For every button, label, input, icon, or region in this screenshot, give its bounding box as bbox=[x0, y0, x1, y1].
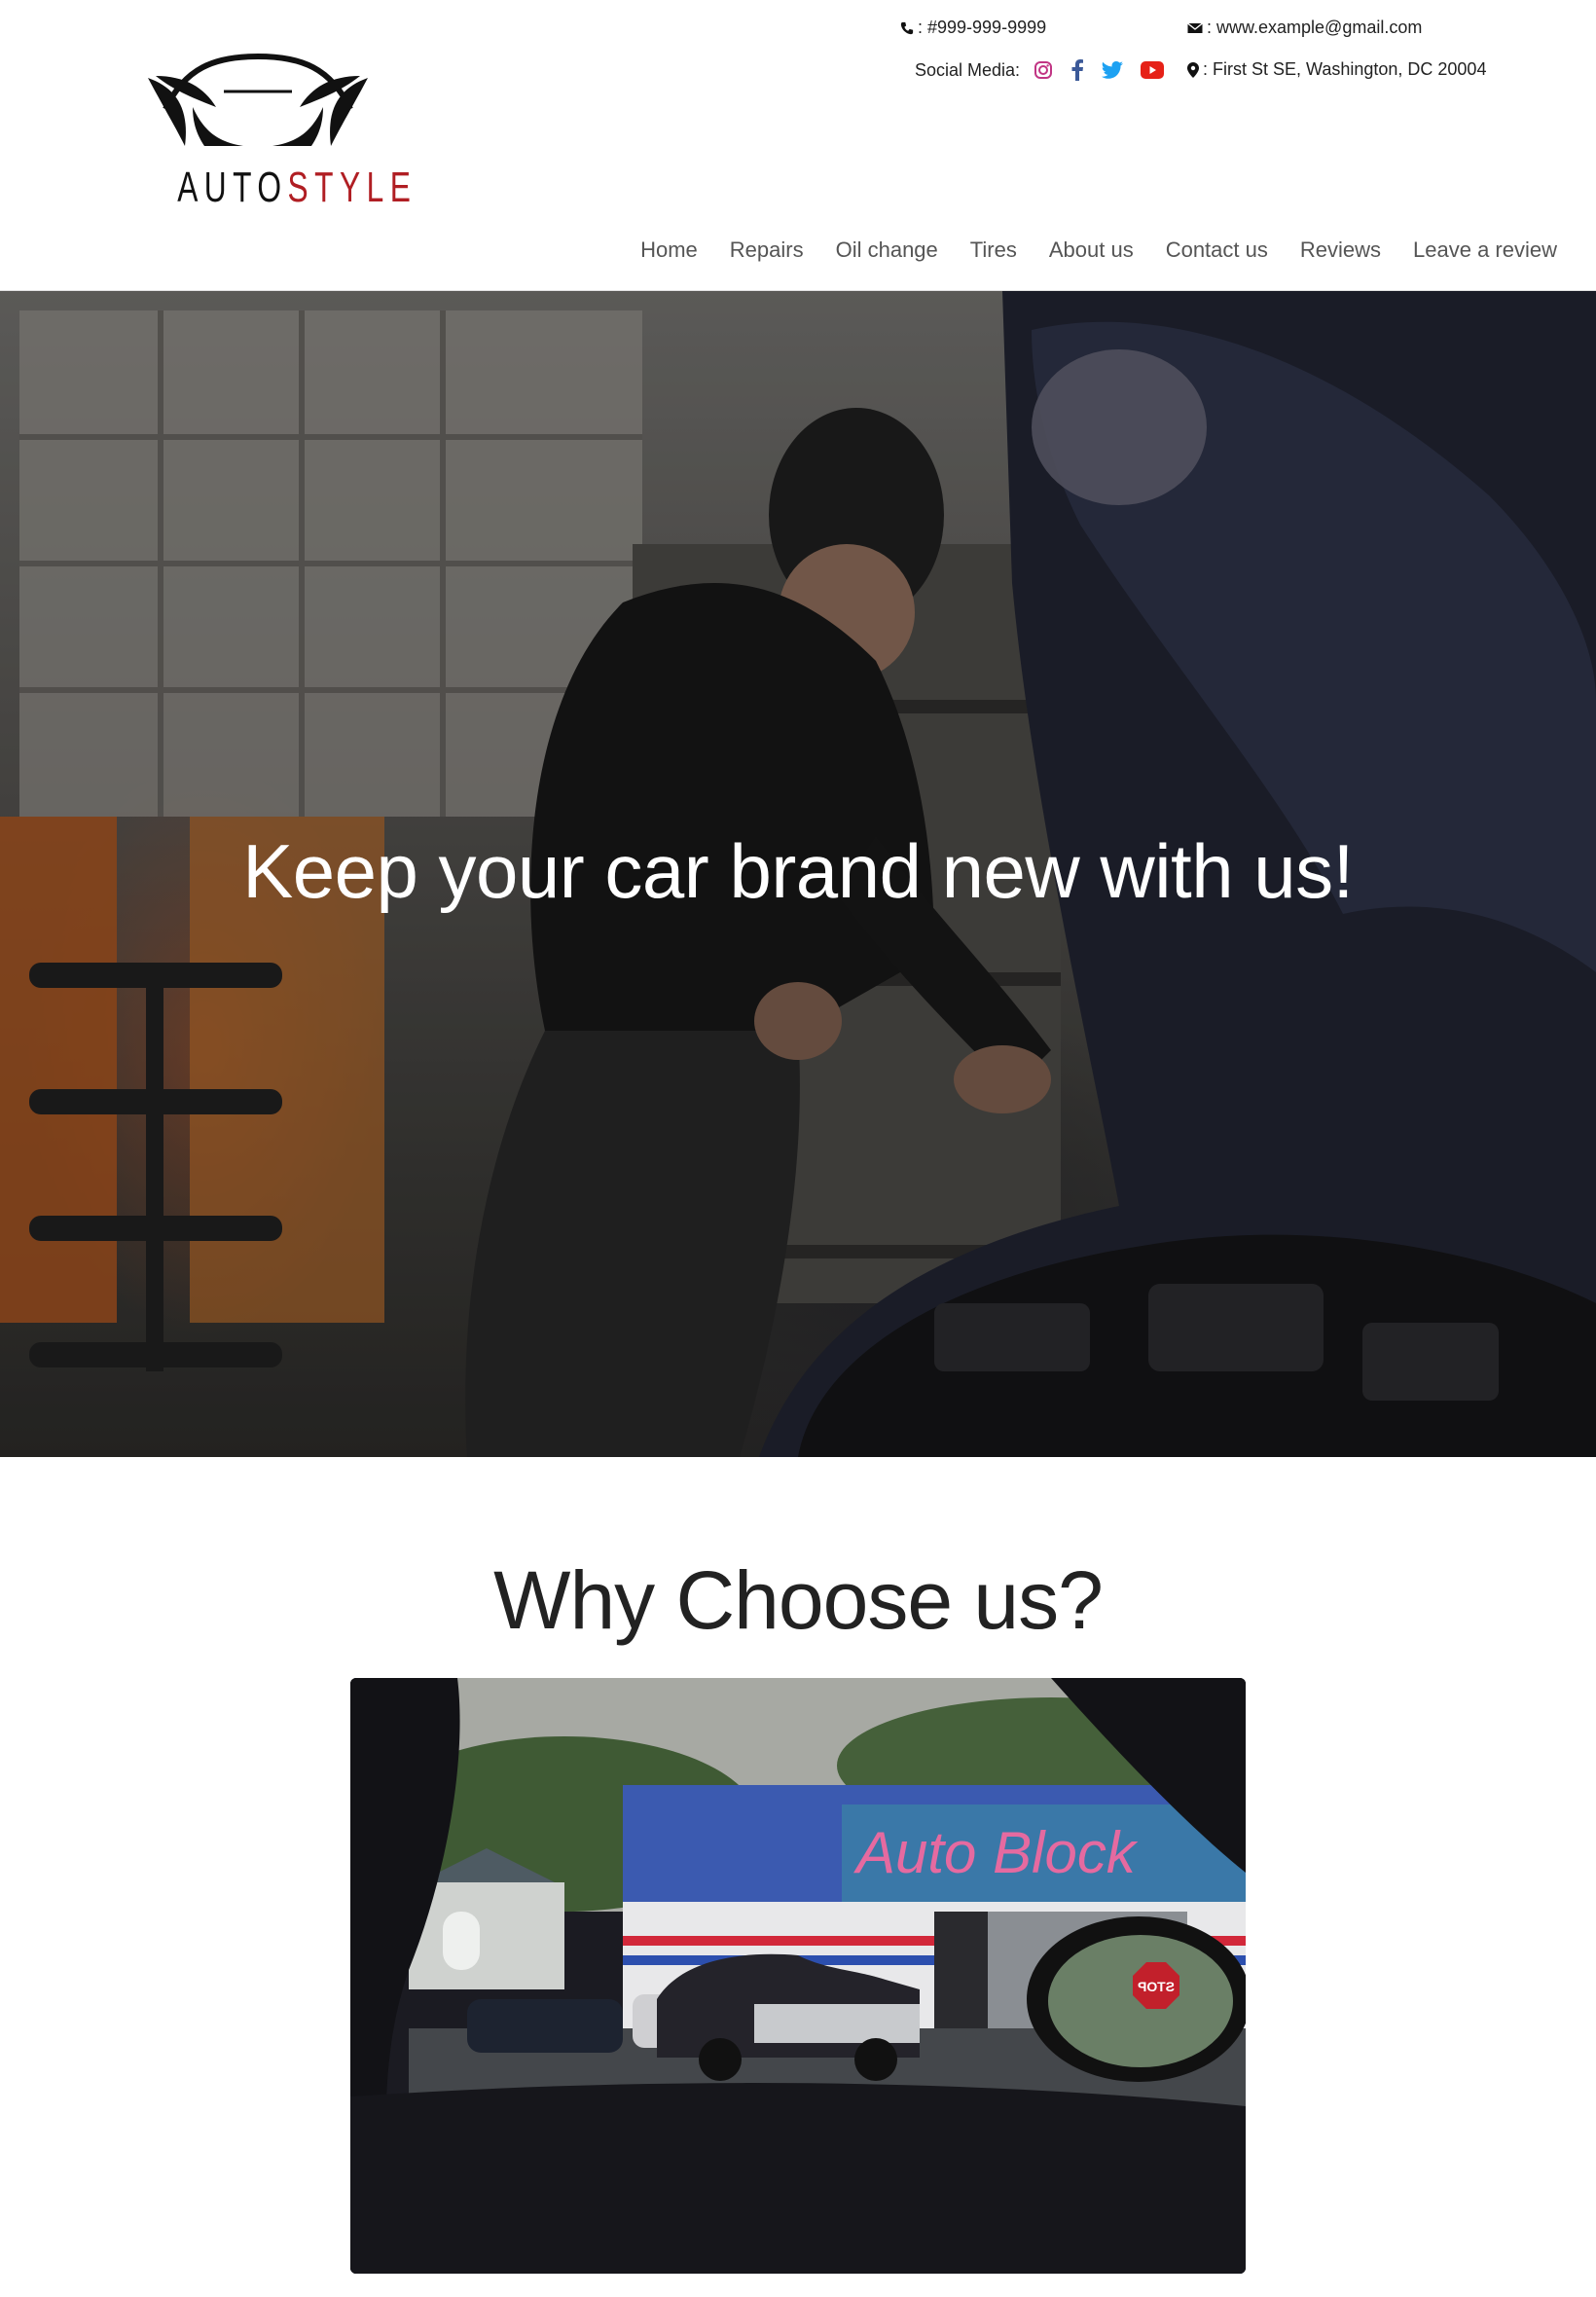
email-text[interactable]: : www.example@gmail.com bbox=[1207, 18, 1422, 38]
nav-home[interactable]: Home bbox=[640, 237, 698, 263]
nav-tires[interactable]: Tires bbox=[970, 237, 1017, 263]
nav-leave-a-review[interactable]: Leave a review bbox=[1413, 237, 1557, 263]
auto-block-sign: Auto Block bbox=[853, 1820, 1139, 1885]
envelope-icon bbox=[1187, 21, 1203, 33]
social-media-label: Social Media: bbox=[915, 59, 1021, 80]
why-choose-us-heading: Why Choose us? bbox=[493, 1554, 1104, 1646]
hero-banner: Keep your car brand new with us! bbox=[0, 291, 1596, 1457]
address-text: : First St SE, Washington, DC 20004 bbox=[1203, 59, 1487, 79]
stop-sign-text: STOP bbox=[1138, 1979, 1175, 1994]
logo-word-auto: AUTO bbox=[177, 164, 288, 211]
auto-shop-photo: Auto Block STOP bbox=[350, 1678, 1246, 2274]
nav-oil-change[interactable]: Oil change bbox=[836, 237, 938, 263]
site-header: AUTOSTYLE : #999-999-9999 : www.example@… bbox=[0, 0, 1596, 291]
contact-address: : First St SE, Washington, DC 20004 bbox=[1187, 59, 1486, 80]
contact-social: Social Media: bbox=[915, 59, 1168, 81]
social-icons bbox=[1034, 59, 1168, 81]
contact-phone: : #999-999-9999 bbox=[900, 18, 1046, 38]
nav-contact-us[interactable]: Contact us bbox=[1166, 237, 1268, 263]
phone-text[interactable]: : #999-999-9999 bbox=[918, 18, 1046, 38]
phone-icon bbox=[900, 21, 914, 34]
instagram-icon[interactable] bbox=[1034, 60, 1053, 80]
nav-repairs[interactable]: Repairs bbox=[730, 237, 804, 263]
facebook-icon[interactable] bbox=[1070, 59, 1084, 81]
map-pin-icon bbox=[1187, 61, 1199, 78]
youtube-icon[interactable] bbox=[1141, 61, 1165, 79]
twitter-icon[interactable] bbox=[1102, 61, 1124, 79]
logo-word-style: STYLE bbox=[287, 164, 417, 211]
hero-headline: Keep your car brand new with us! bbox=[242, 828, 1354, 914]
contact-email: : www.example@gmail.com bbox=[1187, 18, 1422, 38]
auto-shop-image: Auto Block STOP bbox=[350, 1678, 1246, 2274]
car-silhouette-icon bbox=[148, 53, 368, 146]
main-nav: Home Repairs Oil change Tires About us C… bbox=[640, 237, 1557, 263]
site-logo[interactable]: AUTOSTYLE bbox=[146, 49, 411, 214]
logo-wordmark: AUTOSTYLE bbox=[177, 164, 411, 212]
nav-about-us[interactable]: About us bbox=[1049, 237, 1134, 263]
nav-reviews[interactable]: Reviews bbox=[1300, 237, 1381, 263]
